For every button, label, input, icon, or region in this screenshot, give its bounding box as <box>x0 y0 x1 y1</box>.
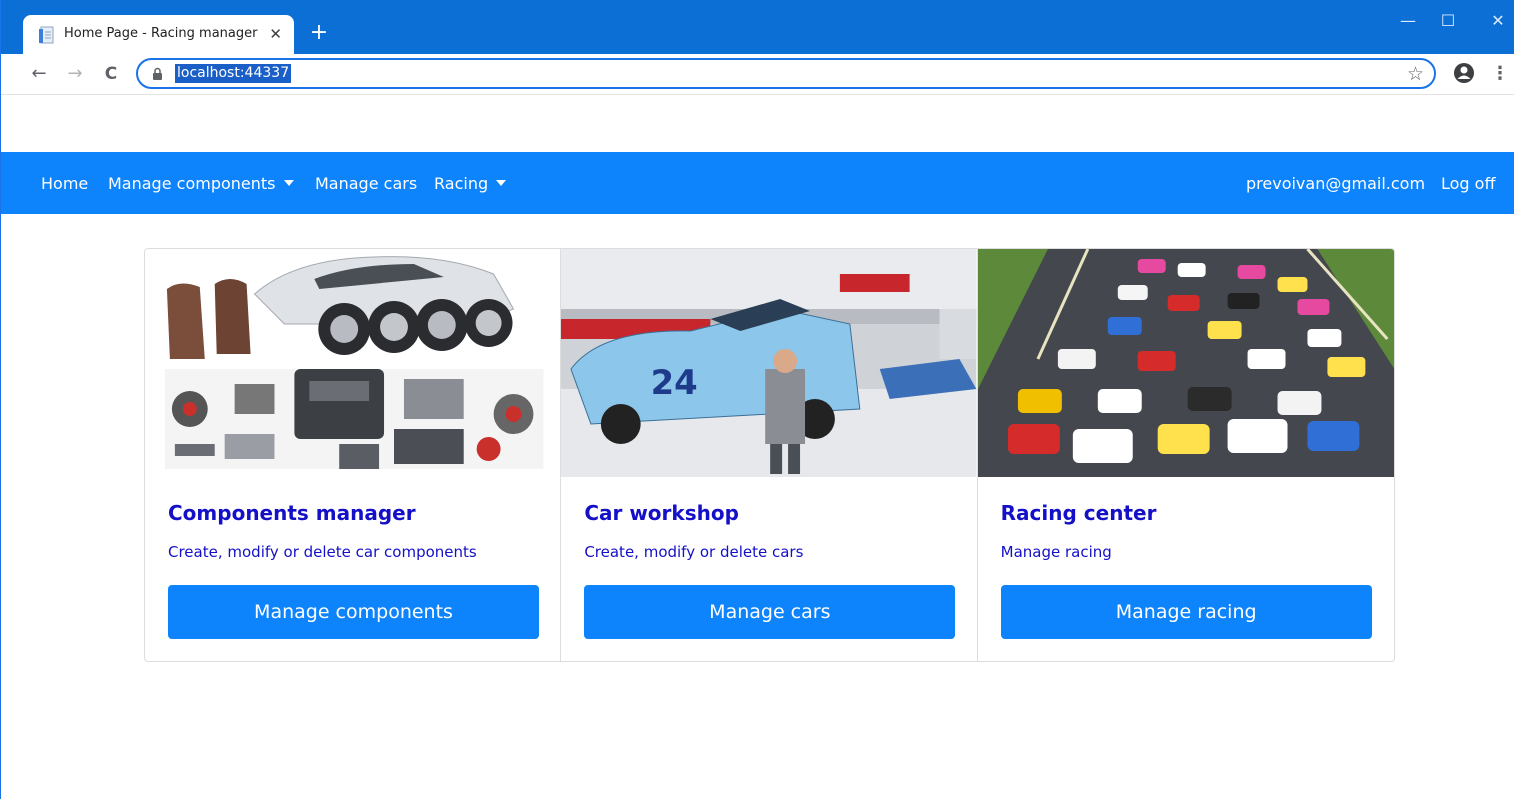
svg-text:24: 24 <box>651 364 698 403</box>
nav-manage-cars[interactable]: Manage cars <box>315 173 417 195</box>
card-title: Racing center <box>1000 501 1157 525</box>
card-workshop: 24 Car workshop Create, modify or delete… <box>561 249 978 661</box>
tab-strip: Home Page - Racing manager ✕ + — ☐ ✕ <box>1 0 1514 54</box>
card-text: Create, modify or delete cars <box>584 543 804 561</box>
browser-window: Home Page - Racing manager ✕ + — ☐ ✕ ← →… <box>0 0 1514 799</box>
minimize-icon[interactable]: — <box>1393 8 1423 34</box>
car-workshop-image: 24 <box>561 249 977 477</box>
nav-home-label: Home <box>41 174 89 193</box>
nav-manage-cars-label: Manage cars <box>315 174 418 193</box>
bookmark-star-icon[interactable]: ☆ <box>1407 62 1424 86</box>
logoff-link[interactable]: Log off <box>1441 173 1495 195</box>
reload-icon[interactable]: C <box>99 62 123 86</box>
card-components: Components manager Create, modify or del… <box>145 249 562 661</box>
caret-down-icon <box>496 180 507 186</box>
card-title: Car workshop <box>584 501 739 525</box>
manage-components-button[interactable]: Manage components <box>168 585 539 639</box>
tab-title: Home Page - Racing manager <box>64 26 258 41</box>
manage-cars-button[interactable]: Manage cars <box>584 585 956 639</box>
nav-manage-components-dropdown[interactable]: Manage components <box>108 173 294 195</box>
close-window-icon[interactable]: ✕ <box>1483 8 1513 34</box>
nav-racing-dropdown[interactable]: Racing <box>434 173 507 195</box>
user-email-link[interactable]: prevoivan@gmail.com <box>1246 173 1425 195</box>
racing-image <box>977 249 1394 477</box>
browser-toolbar: ← → C localhost:44337 ☆ ⋮ <box>1 54 1514 95</box>
page-favicon-icon <box>39 26 54 44</box>
address-bar[interactable]: localhost:44337 ☆ <box>136 58 1436 89</box>
card-racing: Racing center Manage racing Manage racin… <box>977 249 1394 661</box>
card-text: Create, modify or delete car components <box>168 543 477 561</box>
nav-home[interactable]: Home <box>41 173 88 195</box>
lock-icon <box>153 67 162 80</box>
forward-arrow-icon[interactable]: → <box>63 62 87 86</box>
car-components-image <box>145 249 561 477</box>
card-text: Manage racing <box>1000 543 1112 561</box>
browser-tab[interactable]: Home Page - Racing manager ✕ <box>23 15 294 54</box>
nav-manage-components-label: Manage components <box>108 174 276 193</box>
maximize-icon[interactable]: ☐ <box>1433 8 1463 34</box>
url-text[interactable]: localhost:44337 <box>175 64 292 83</box>
site-navbar: Home Manage components Manage cars Racin… <box>1 152 1514 214</box>
new-tab-icon[interactable]: + <box>306 20 332 46</box>
browser-menu-icon[interactable]: ⋮ <box>1491 62 1509 86</box>
back-arrow-icon[interactable]: ← <box>27 62 51 86</box>
card-group: Components manager Create, modify or del… <box>144 248 1395 662</box>
tab-close-icon[interactable]: ✕ <box>269 23 282 45</box>
caret-down-icon <box>283 180 294 186</box>
nav-racing-label: Racing <box>434 174 489 193</box>
profile-avatar-icon[interactable] <box>1453 62 1475 84</box>
manage-racing-button[interactable]: Manage racing <box>1000 585 1372 639</box>
card-title: Components manager <box>168 501 416 525</box>
